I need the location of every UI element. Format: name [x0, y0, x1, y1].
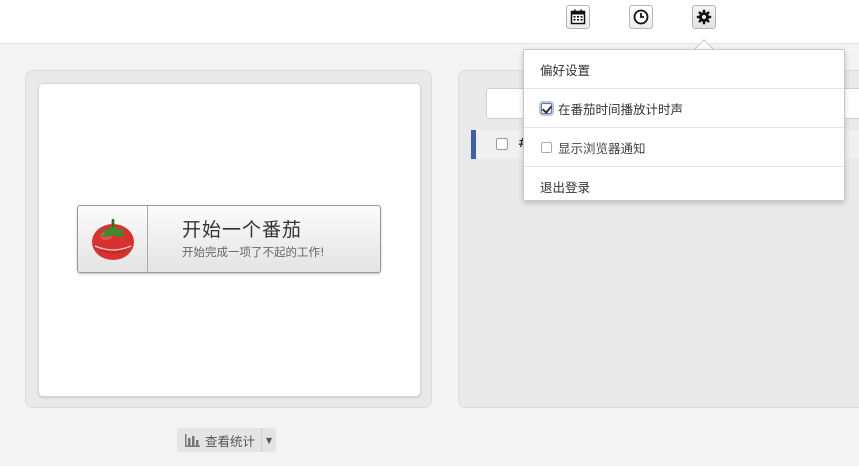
start-title: 开始一个番茄: [182, 219, 303, 241]
gear-icon: [696, 9, 712, 25]
timer-sound-label: 在番茄时间播放计时声: [558, 101, 684, 117]
tomato-icon: [91, 219, 134, 260]
logout-item[interactable]: 退出登录: [524, 167, 844, 206]
pomodoro-card: 开始一个番茄 开始完成一项了不起的工作!: [38, 83, 421, 397]
start-pomodoro-button[interactable]: 开始一个番茄 开始完成一项了不起的工作!: [77, 205, 381, 273]
stats-control: 查看统计 ▼: [177, 428, 277, 452]
stats-dropdown-toggle[interactable]: ▼: [261, 428, 276, 452]
clock-icon: [633, 9, 649, 25]
top-bar: [0, 0, 859, 44]
logout-label: 退出登录: [540, 180, 591, 195]
browser-notification-checkbox[interactable]: [541, 141, 552, 153]
start-text: 开始一个番茄 开始完成一项了不起的工作!: [148, 206, 325, 272]
caret-down-icon: ▼: [265, 435, 273, 445]
view-stats-label: 查看统计: [205, 433, 256, 449]
start-subtitle: 开始完成一项了不起的工作!: [182, 245, 325, 259]
pomodoro-panel: 开始一个番茄 开始完成一项了不起的工作!: [25, 70, 432, 408]
calendar-icon: [570, 9, 586, 25]
browser-notification-label: 显示浏览器通知: [558, 140, 646, 156]
setting-browser-notification[interactable]: 显示浏览器通知: [524, 128, 844, 167]
settings-dropdown: 偏好设置 在番茄时间播放计时声 显示浏览器通知 退出登录: [523, 49, 845, 201]
task-checkbox[interactable]: [496, 138, 508, 150]
settings-button[interactable]: [692, 5, 716, 29]
clock-button[interactable]: [629, 5, 653, 29]
settings-header: 偏好设置: [524, 50, 844, 89]
calendar-button[interactable]: [566, 5, 590, 29]
setting-timer-sound[interactable]: 在番茄时间播放计时声: [524, 89, 844, 128]
bar-chart-icon: [185, 433, 200, 447]
view-stats-button[interactable]: 查看统计: [177, 428, 261, 452]
settings-header-label: 偏好设置: [540, 62, 591, 78]
timer-sound-checkbox[interactable]: [541, 102, 552, 114]
start-icon-cell: [78, 206, 148, 272]
